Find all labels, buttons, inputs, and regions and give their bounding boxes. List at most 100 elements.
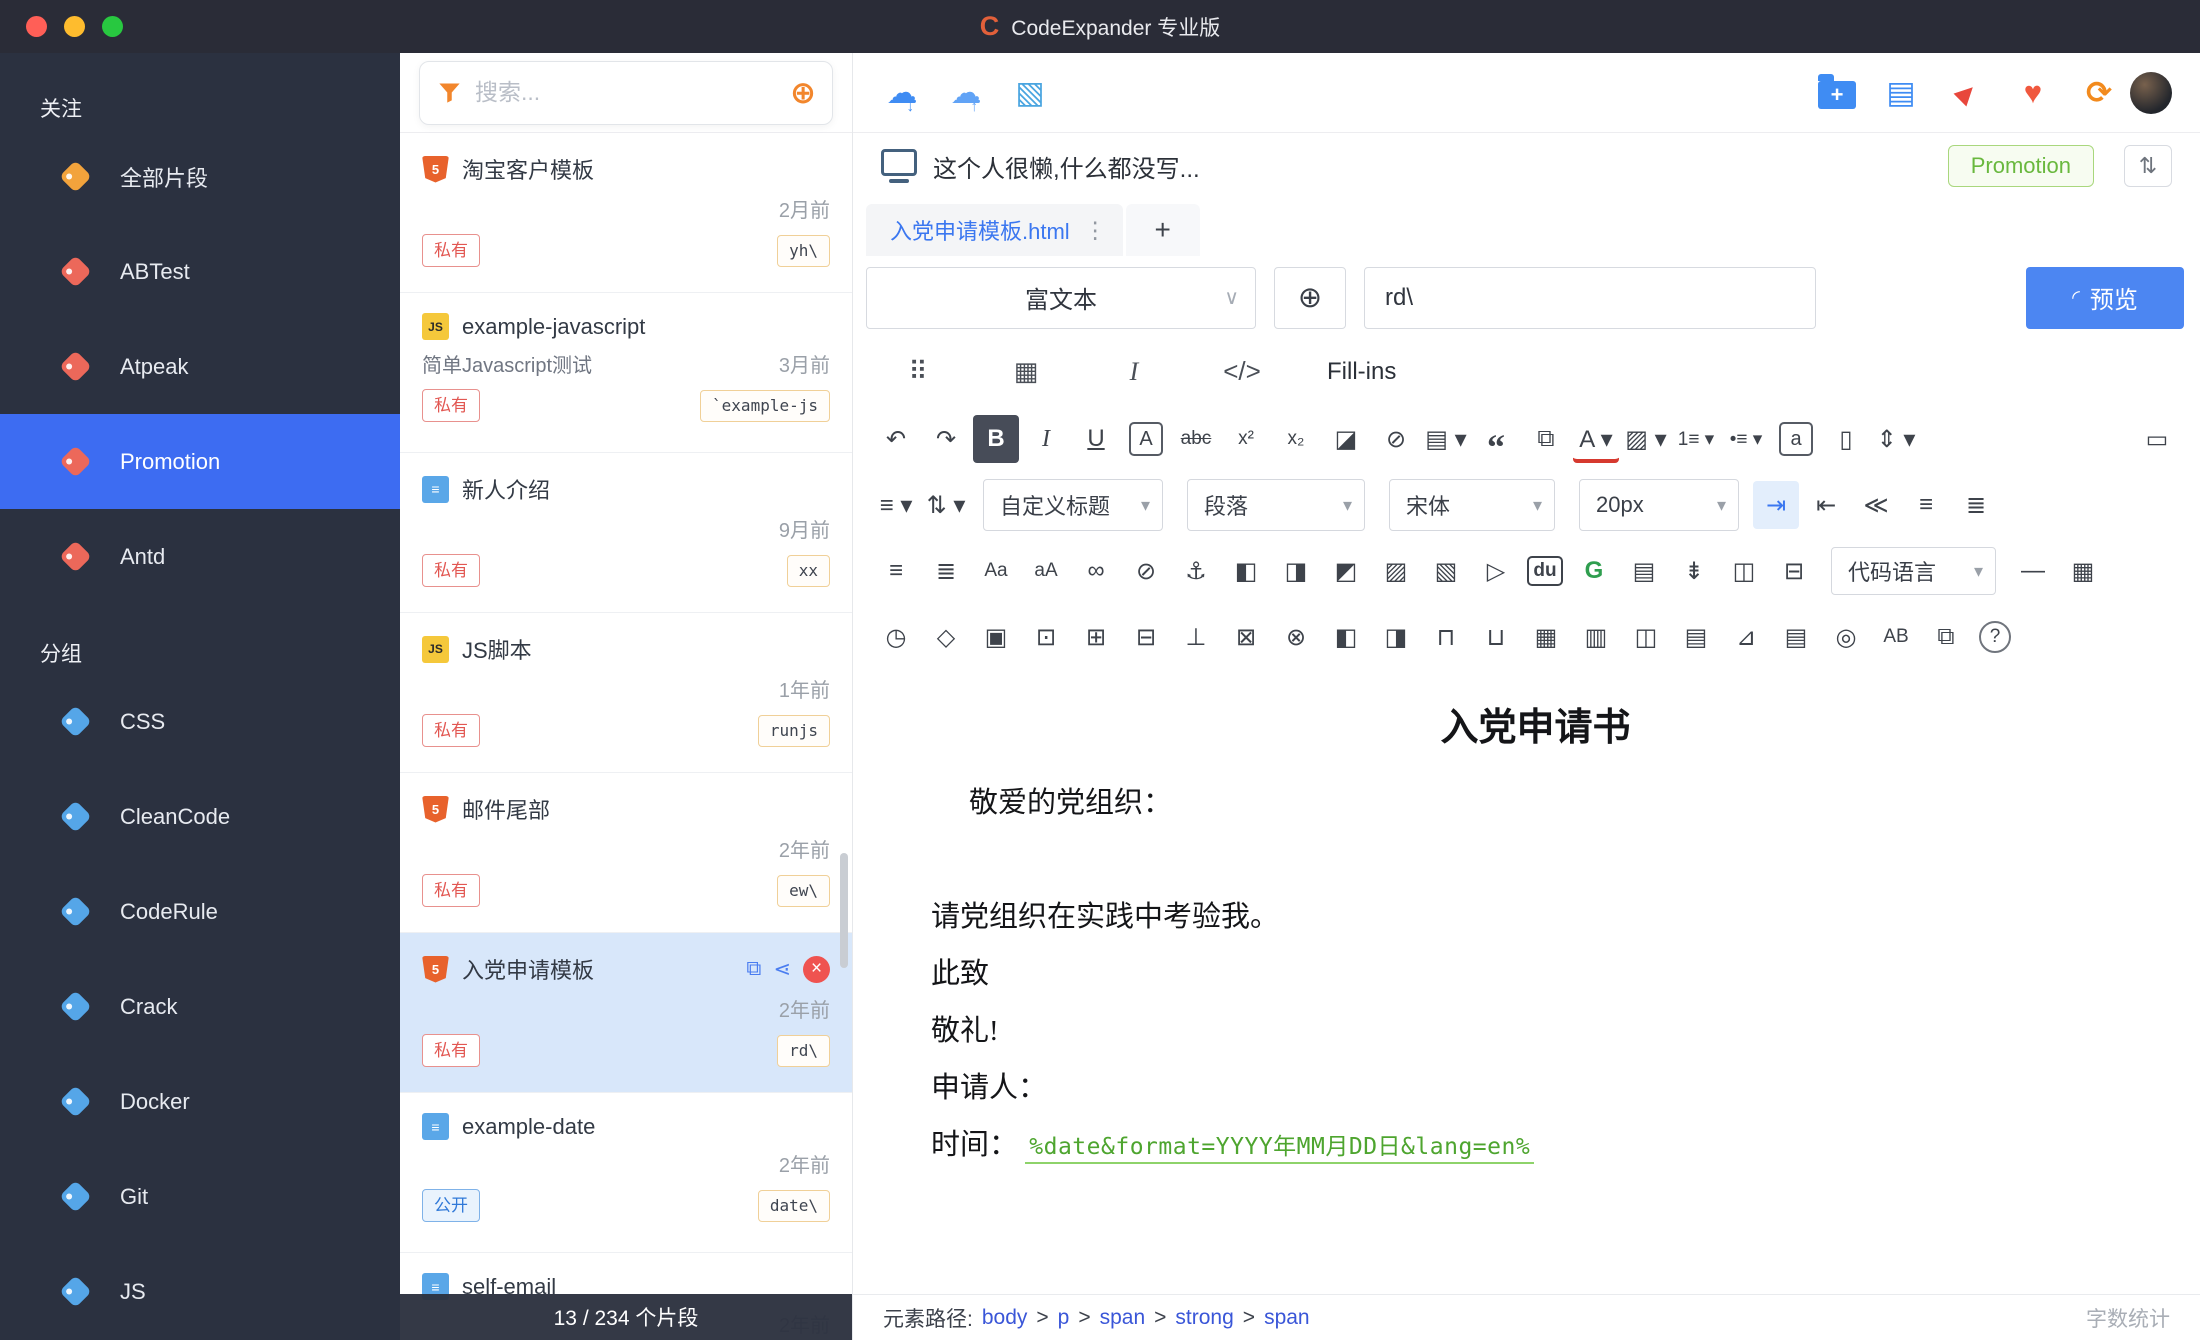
insert-col-left-icon[interactable]: ◧	[1323, 613, 1369, 661]
insert-table-icon[interactable]: ⊞	[1073, 613, 1119, 661]
fullscreen-icon[interactable]: ▭	[2134, 415, 2180, 463]
page-break-icon[interactable]: ⇟	[1671, 547, 1717, 595]
screenshot-icon[interactable]: ⊡	[1023, 613, 1069, 661]
shape-icon[interactable]: ◇	[923, 613, 969, 661]
bold-button[interactable]: B	[973, 415, 1019, 463]
sidebar-item-js[interactable]: JS	[0, 1244, 400, 1339]
font-color-button[interactable]: A ▾	[1573, 415, 1619, 463]
content-type-select[interactable]: 富文本 ∨	[866, 267, 1256, 329]
list-item[interactable]: ≡ example-date 2年前 公开 date\	[400, 1093, 852, 1253]
bottom-panel-icon[interactable]: ⊟	[1771, 547, 1817, 595]
date-macro-field[interactable]: %date&format=YYYY年MM月DD日&lang=en%	[1025, 1132, 1534, 1164]
date-icon[interactable]: ▦	[1003, 348, 1049, 396]
scrollbar-thumb[interactable]	[840, 853, 848, 968]
print-icon[interactable]: ▤	[1773, 613, 1819, 661]
letter-case-icon[interactable]: AB	[1873, 613, 1919, 661]
font-family-select[interactable]: 宋体 ▾	[1389, 479, 1555, 531]
ltr-icon[interactable]: ⇥	[1753, 481, 1799, 529]
preview-button[interactable]: ◜ 预览	[2026, 267, 2184, 329]
list-item[interactable]: 5 邮件尾部 2年前 私有 ew\	[400, 773, 852, 933]
insert-image-icon[interactable]: ▧	[1423, 547, 1469, 595]
sidebar-item-promotion[interactable]: Promotion	[0, 414, 400, 509]
sort-button[interactable]: ⇅	[2124, 145, 2172, 187]
word-import-icon[interactable]: ▤	[1621, 547, 1667, 595]
horizontal-rule-icon[interactable]: —	[2010, 547, 2056, 595]
form-icon[interactable]: ▦	[2060, 547, 2106, 595]
outdent-icon[interactable]: ≪	[1853, 481, 1899, 529]
bg-color-button[interactable]: ▨ ▾	[1623, 415, 1669, 463]
search-input[interactable]	[475, 79, 778, 106]
cloud-upload-icon[interactable]: ☁	[945, 69, 987, 117]
anchor-icon[interactable]: ⚓	[1173, 547, 1219, 595]
align-justify-icon[interactable]: ≣	[1953, 481, 1999, 529]
rtl-icon[interactable]: ⇤	[1803, 481, 1849, 529]
gallery-icon[interactable]: ▧	[1009, 69, 1051, 117]
target-button[interactable]: ⊕	[1274, 267, 1346, 329]
split-cells-icon[interactable]: ▥	[1573, 613, 1619, 661]
insert-video-icon[interactable]: ▷	[1473, 547, 1519, 595]
bullet-list-button[interactable]: •≡ ▾	[1723, 415, 1769, 463]
spacing-menu-icon[interactable]: ⇅ ▾	[923, 481, 969, 529]
abbreviation-input[interactable]	[1364, 267, 1816, 329]
superscript-button[interactable]: x²	[1223, 415, 1269, 463]
sync-icon[interactable]: ⟳	[2078, 69, 2120, 117]
undo-icon[interactable]: ↶	[873, 415, 919, 463]
inline-image-icon[interactable]: ◩	[1323, 547, 1369, 595]
uppercase-icon[interactable]: Aa	[973, 547, 1019, 595]
eraser-icon[interactable]: ◪	[1323, 415, 1369, 463]
table-sum-icon[interactable]: ⊠	[1223, 613, 1269, 661]
sidebar-item-coderule[interactable]: CodeRule	[0, 864, 400, 959]
list-item[interactable]: ≡ 新人介绍 9月前 私有 xx	[400, 453, 852, 613]
avatar[interactable]	[2130, 72, 2172, 114]
underline-button[interactable]: U	[1073, 415, 1119, 463]
sidebar-item-abtest[interactable]: ABTest	[0, 224, 400, 319]
list-item[interactable]: JS JS脚本 1年前 私有 runjs	[400, 613, 852, 773]
font-size-select[interactable]: 20px ▾	[1579, 479, 1739, 531]
merge-cells-icon[interactable]: ▦	[1523, 613, 1569, 661]
table-page-menu-icon[interactable]: ▤ ▾	[1423, 415, 1469, 463]
inline-style-button[interactable]: a	[1779, 422, 1813, 456]
cloud-download-icon[interactable]: ☁	[881, 69, 923, 117]
row-height-icon[interactable]: ▤	[1673, 613, 1719, 661]
unlink-icon[interactable]: ⊘	[1123, 547, 1169, 595]
align-right-icon[interactable]: ≡	[873, 547, 919, 595]
zoom-window-button[interactable]	[102, 16, 123, 37]
sidebar-item-antd[interactable]: Antd	[0, 509, 400, 604]
float-left-icon[interactable]: ◧	[1223, 547, 1269, 595]
justify-icon[interactable]: ≣	[923, 547, 969, 595]
add-tab-button[interactable]: +	[1126, 204, 1200, 256]
sidebar-item-cleancode[interactable]: CleanCode	[0, 769, 400, 864]
promotion-tag-button[interactable]: Promotion	[1948, 145, 2094, 187]
clipboard-icon[interactable]: ⧉	[1923, 613, 1969, 661]
redo-icon[interactable]: ↷	[923, 415, 969, 463]
sidebar-item-crack[interactable]: Crack	[0, 959, 400, 1054]
search-box[interactable]: ⊕	[419, 61, 833, 125]
blockquote-icon[interactable]: “	[1473, 415, 1519, 463]
list-item-selected[interactable]: 5 入党申请模板 ⧉ ⋖ × 2年前 私有 rd\	[400, 933, 852, 1093]
delete-table-icon[interactable]: ⊗	[1273, 613, 1319, 661]
share-icon[interactable]: ⋖	[773, 957, 791, 982]
chart-icon[interactable]: ⊿	[1723, 613, 1769, 661]
code-icon[interactable]: </>	[1219, 348, 1265, 396]
google-docs-icon[interactable]: G	[1571, 547, 1617, 595]
sidebar-item-all-snippets[interactable]: 全部片段	[0, 129, 400, 224]
table-tree-icon[interactable]: ⊥	[1173, 613, 1219, 661]
path-node[interactable]: body	[982, 1306, 1028, 1330]
dashed-table-icon[interactable]: ⊟	[1123, 613, 1169, 661]
paste-icon[interactable]: ⧉	[1523, 415, 1569, 463]
word-count-label[interactable]: 字数统计	[2086, 1303, 2170, 1333]
help-icon[interactable]: ?	[1979, 621, 2011, 653]
list-item[interactable]: 5 淘宝客户模板 2月前 私有 yh\	[400, 133, 852, 293]
sidebar-item-atpeak[interactable]: Atpeak	[0, 319, 400, 414]
paragraph-select[interactable]: 段落 ▾	[1187, 479, 1365, 531]
line-height-button[interactable]: ⇕ ▾	[1873, 415, 1919, 463]
split-view-icon[interactable]: ◫	[1721, 547, 1767, 595]
delete-icon[interactable]: ×	[803, 956, 830, 983]
fillins-label[interactable]: Fill-ins	[1327, 358, 1396, 386]
contacts-icon[interactable]: ▤	[1880, 69, 1922, 117]
insert-col-right-icon[interactable]: ◨	[1373, 613, 1419, 661]
sidebar-item-css[interactable]: CSS	[0, 674, 400, 769]
find-replace-icon[interactable]: ◎	[1823, 613, 1869, 661]
editor-content[interactable]: 入党申请书 敬爱的党组织： 请党组织在实践中考验我。 此致 敬礼! 申请人： 时…	[853, 674, 2200, 1294]
code-language-select[interactable]: 代码语言 ▾	[1831, 547, 1996, 595]
